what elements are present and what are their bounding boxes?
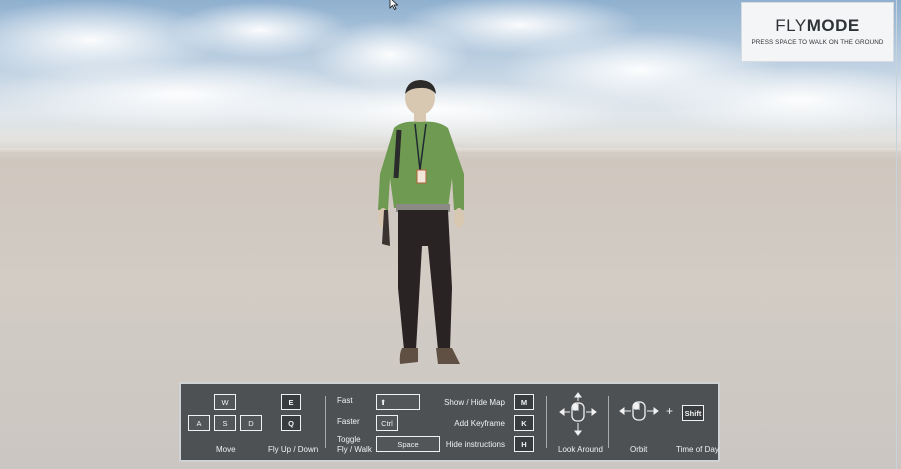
mode-subtitle: PRESS SPACE TO WALK ON THE GROUND	[751, 39, 884, 46]
key-space: Space	[376, 436, 440, 452]
mode-title-bold: MODE	[806, 16, 860, 35]
3d-viewport[interactable]: FLYMODE PRESS SPACE TO WALK ON THE GROUN…	[0, 0, 901, 469]
window-edge	[896, 0, 897, 469]
toggle-label-line2: Fly / Walk	[337, 445, 372, 454]
mouse-pointer-icon	[389, 0, 399, 10]
divider	[546, 396, 547, 448]
show-map-label: Show / Hide Map	[444, 398, 505, 407]
key-shift: Shift	[682, 405, 704, 421]
plus-sign: +	[666, 404, 674, 418]
faster-label: Faster	[337, 417, 360, 426]
key-d: D	[240, 415, 262, 431]
key-w: W	[214, 394, 236, 410]
time-of-day-label: Time of Day	[676, 445, 719, 454]
mode-title-thin: FLY	[775, 16, 807, 35]
mouse-drag-icon	[619, 401, 659, 421]
orbit-label: Orbit	[630, 445, 648, 454]
toggle-label-line1: Toggle	[337, 435, 361, 444]
key-a: A	[188, 415, 210, 431]
mouse-drag-icon	[559, 392, 597, 436]
move-label: Move	[216, 445, 236, 454]
fast-label: Fast	[337, 396, 353, 405]
look-around-label: Look Around	[558, 445, 603, 454]
key-e: E	[281, 394, 301, 410]
controls-panel: W A S D Move E Q Fly Up / Down Fast ⬆ Fa…	[179, 382, 720, 462]
person-avatar	[378, 80, 464, 364]
divider	[325, 396, 326, 448]
key-s: S	[214, 415, 236, 431]
key-m: M	[514, 394, 534, 410]
key-q: Q	[281, 415, 301, 431]
fly-label: Fly Up / Down	[268, 445, 319, 454]
divider	[608, 396, 609, 448]
key-h: H	[514, 436, 534, 452]
hide-instructions-label: Hide instructions	[445, 440, 505, 449]
mode-title: FLYMODE	[742, 17, 893, 35]
mode-indicator: FLYMODE PRESS SPACE TO WALK ON THE GROUN…	[741, 2, 894, 62]
add-keyframe-label: Add Keyframe	[454, 419, 505, 428]
key-shift-up: ⬆	[376, 394, 420, 410]
key-ctrl: Ctrl	[376, 415, 398, 431]
key-k: K	[514, 415, 534, 431]
